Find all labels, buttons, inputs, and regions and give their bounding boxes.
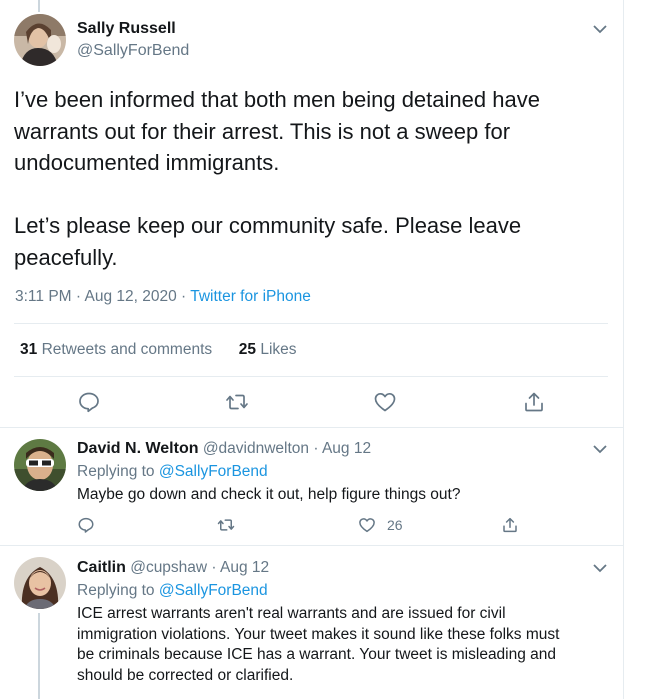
- retweet-icon[interactable]: [225, 390, 249, 414]
- likes-stat[interactable]: 25 Likes: [239, 341, 297, 358]
- avatar[interactable]: [14, 439, 66, 491]
- author-name[interactable]: Caitlin: [77, 559, 126, 576]
- reply-text-line: ICE arrest warrants aren't real warrants…: [77, 605, 506, 622]
- reply-text: Maybe go down and check it out, help fig…: [77, 485, 617, 506]
- share-icon[interactable]: [501, 516, 519, 534]
- thread-connector-line: [38, 0, 40, 12]
- tweet-text-line: [14, 179, 604, 211]
- replying-to: Replying to @SallyForBend: [77, 582, 268, 600]
- author-name[interactable]: Sally Russell: [77, 20, 176, 38]
- chevron-down-icon[interactable]: [593, 24, 607, 34]
- reply-icon[interactable]: [77, 390, 101, 414]
- divider: [14, 376, 608, 377]
- tweet-thread-column: Sally Russell @SallyForBend I’ve been in…: [0, 0, 624, 699]
- tweet-date[interactable]: · Aug 12: [309, 440, 371, 457]
- replying-to-link[interactable]: @SallyForBend: [159, 582, 268, 599]
- tweet-date[interactable]: · Aug 12: [207, 559, 269, 576]
- reply-text-line: should be corrected or clarified.: [77, 666, 294, 684]
- likes-count: 25: [238, 341, 257, 358]
- reply-header: Caitlin @cupshaw · Aug 12: [77, 559, 269, 577]
- tweet-text-line: warrants out for their arrest. This is n…: [14, 118, 511, 144]
- divider: [14, 323, 608, 324]
- likes-label: Likes: [260, 341, 297, 358]
- reply-text-line: be criminals because ICE has a warrant. …: [77, 646, 557, 663]
- like-icon[interactable]: [373, 390, 397, 414]
- tweet-text-line: peacefully.: [14, 244, 118, 270]
- replying-to-label: Replying to: [77, 463, 159, 480]
- reply-icon[interactable]: [77, 516, 95, 534]
- tweet-text: I’ve been informed that both men being d…: [14, 84, 604, 273]
- reply-text: ICE arrest warrants aren't real warrants…: [77, 604, 617, 686]
- author-name[interactable]: David N. Welton: [77, 440, 199, 457]
- thread-connector-line: [38, 613, 40, 699]
- avatar[interactable]: [14, 557, 66, 609]
- chevron-down-icon[interactable]: [593, 563, 607, 573]
- retweets-count: 31: [20, 341, 38, 358]
- replying-to: Replying to @SallyForBend: [77, 463, 268, 481]
- tweet-stats: 31 Retweets and comments 25 Likes: [20, 341, 297, 359]
- author-handle[interactable]: @SallyForBend: [77, 42, 189, 60]
- share-icon[interactable]: [522, 390, 546, 414]
- tweet-text-line: I’ve been informed that both men being d…: [14, 87, 540, 112]
- tweet-timestamp[interactable]: 3:11 PM · Aug 12, 2020 ·: [15, 288, 190, 305]
- tweet-text-line: undocumented immigrants.: [14, 150, 280, 175]
- author-handle[interactable]: @davidnwelton: [203, 440, 309, 457]
- like-icon[interactable]: [358, 516, 376, 534]
- tweet-text-line: Let’s please keep our community safe. Pl…: [14, 213, 522, 238]
- avatar[interactable]: [14, 14, 66, 66]
- author-handle[interactable]: @cupshaw: [130, 559, 207, 576]
- tweet-meta: 3:11 PM · Aug 12, 2020 · Twitter for iPh…: [15, 288, 311, 306]
- like-count: 26: [387, 517, 403, 533]
- reply-text-line: immigration violations. Your tweet makes…: [77, 625, 560, 643]
- tweet-source-link[interactable]: Twitter for iPhone: [190, 288, 311, 305]
- retweet-icon[interactable]: [217, 516, 235, 534]
- column-border: [623, 0, 624, 699]
- replying-to-label: Replying to: [77, 582, 159, 599]
- reply-text-line: Maybe go down and check it out, help fig…: [77, 486, 461, 503]
- replying-to-link[interactable]: @SallyForBend: [159, 463, 268, 480]
- retweets-stat[interactable]: 31 Retweets and comments: [20, 341, 212, 358]
- retweets-label: Retweets and comments: [41, 341, 213, 358]
- reply-header: David N. Welton @davidnwelton · Aug 12: [77, 440, 371, 458]
- chevron-down-icon[interactable]: [593, 444, 607, 454]
